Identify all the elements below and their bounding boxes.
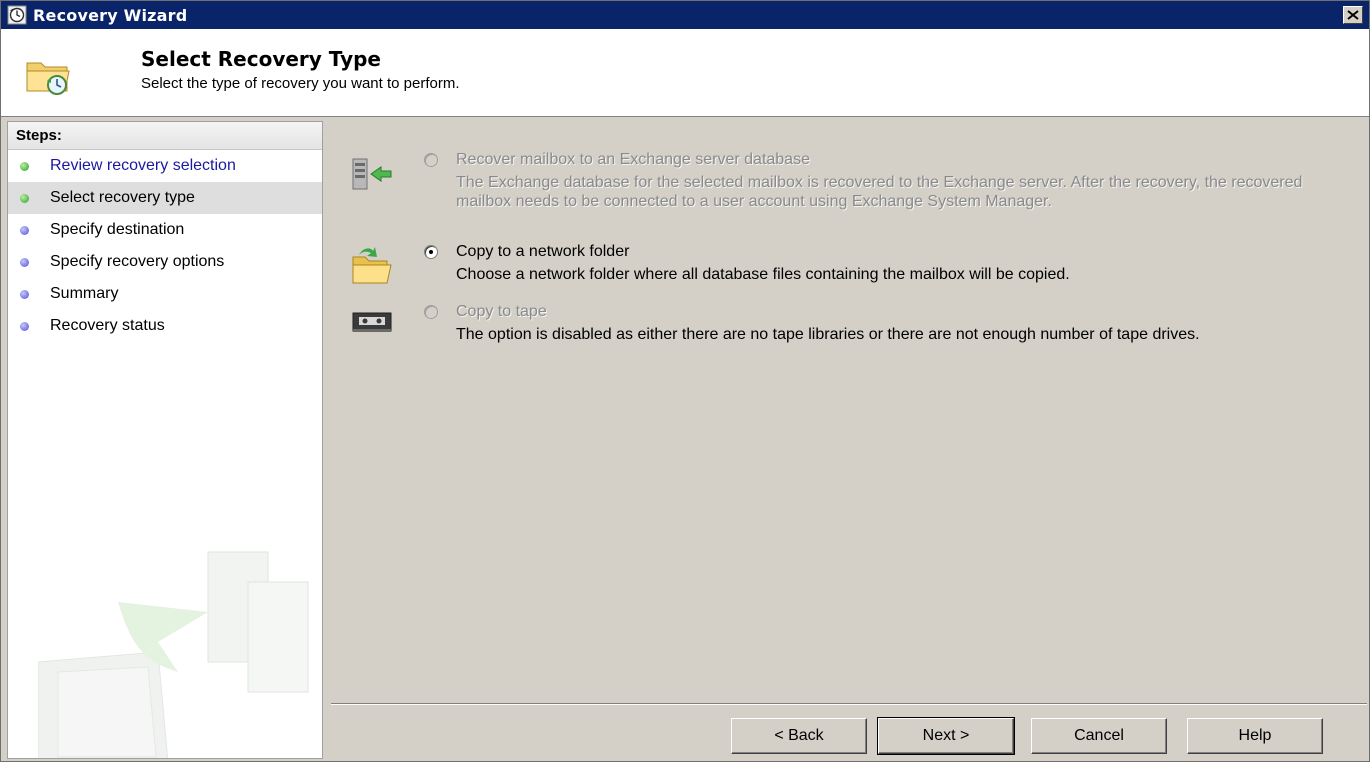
- step-label: Specify destination: [50, 221, 185, 238]
- step-pending-icon: [20, 289, 29, 299]
- help-button[interactable]: Help: [1187, 718, 1323, 754]
- back-button[interactable]: < Back: [731, 718, 867, 754]
- button-bar: < Back Next > Cancel Help: [331, 703, 1367, 761]
- step-complete-icon: [20, 161, 29, 171]
- step-label: Summary: [50, 285, 119, 302]
- option-description: The Exchange database for the selected m…: [456, 174, 1303, 210]
- step-review-recovery-selection[interactable]: Review recovery selection: [8, 150, 322, 182]
- step-specify-destination: Specify destination: [8, 214, 322, 246]
- step-label: Recovery status: [50, 317, 165, 334]
- server-arrow-icon: [352, 158, 392, 190]
- next-button[interactable]: Next >: [877, 717, 1015, 755]
- step-label: Select recovery type: [50, 189, 195, 206]
- step-specify-recovery-options: Specify recovery options: [8, 246, 322, 278]
- option-description: The option is disabled as either there a…: [456, 326, 1200, 343]
- tape-icon: [352, 312, 392, 332]
- steps-header: Steps:: [8, 122, 322, 150]
- tape-radio[interactable]: [424, 305, 438, 319]
- option-recover-to-exchange: Recover mailbox to an Exchange server da…: [331, 151, 1361, 231]
- page-title: Select Recovery Type: [141, 47, 381, 71]
- option-description: Choose a network folder where all databa…: [456, 266, 1070, 283]
- step-recovery-status: Recovery status: [8, 310, 322, 342]
- window-title: Recovery Wizard: [33, 5, 188, 25]
- step-label: Specify recovery options: [50, 253, 225, 270]
- step-summary: Summary: [8, 278, 322, 310]
- wizard-header: Select Recovery Type Select the type of …: [1, 29, 1369, 117]
- cancel-button[interactable]: Cancel: [1031, 718, 1167, 754]
- option-copy-to-tape: Copy to tape The option is disabled as e…: [331, 303, 1361, 373]
- steps-pane: Steps: Review recovery selection Select …: [7, 121, 323, 759]
- close-icon: [1347, 10, 1359, 20]
- step-complete-icon: [20, 193, 29, 203]
- exchange-radio[interactable]: [424, 153, 438, 167]
- page-subtitle: Select the type of recovery you want to …: [141, 75, 460, 92]
- step-select-recovery-type: Select recovery type: [8, 182, 322, 214]
- recovery-wizard-window: Recovery Wizard Select Recovery Type Sel…: [0, 0, 1370, 762]
- folder-arrow-icon: [352, 247, 392, 284]
- option-label: Copy to tape: [456, 303, 547, 320]
- step-pending-icon: [20, 225, 29, 235]
- step-pending-icon: [20, 257, 29, 267]
- close-button[interactable]: [1343, 6, 1363, 24]
- network-folder-radio[interactable]: [424, 245, 438, 259]
- option-copy-to-network-folder: Copy to a network folder Choose a networ…: [331, 243, 1361, 293]
- options-area: Recover mailbox to an Exchange server da…: [331, 121, 1367, 701]
- option-label: Copy to a network folder: [456, 243, 630, 260]
- step-label: Review recovery selection: [50, 157, 236, 174]
- step-pending-icon: [20, 321, 29, 331]
- option-label: Recover mailbox to an Exchange server da…: [456, 151, 810, 168]
- clock-recovery-icon: [7, 5, 27, 25]
- folder-clock-icon: [26, 62, 70, 95]
- recovery-watermark-icon: [38, 551, 309, 758]
- title-bar[interactable]: Recovery Wizard: [1, 1, 1369, 29]
